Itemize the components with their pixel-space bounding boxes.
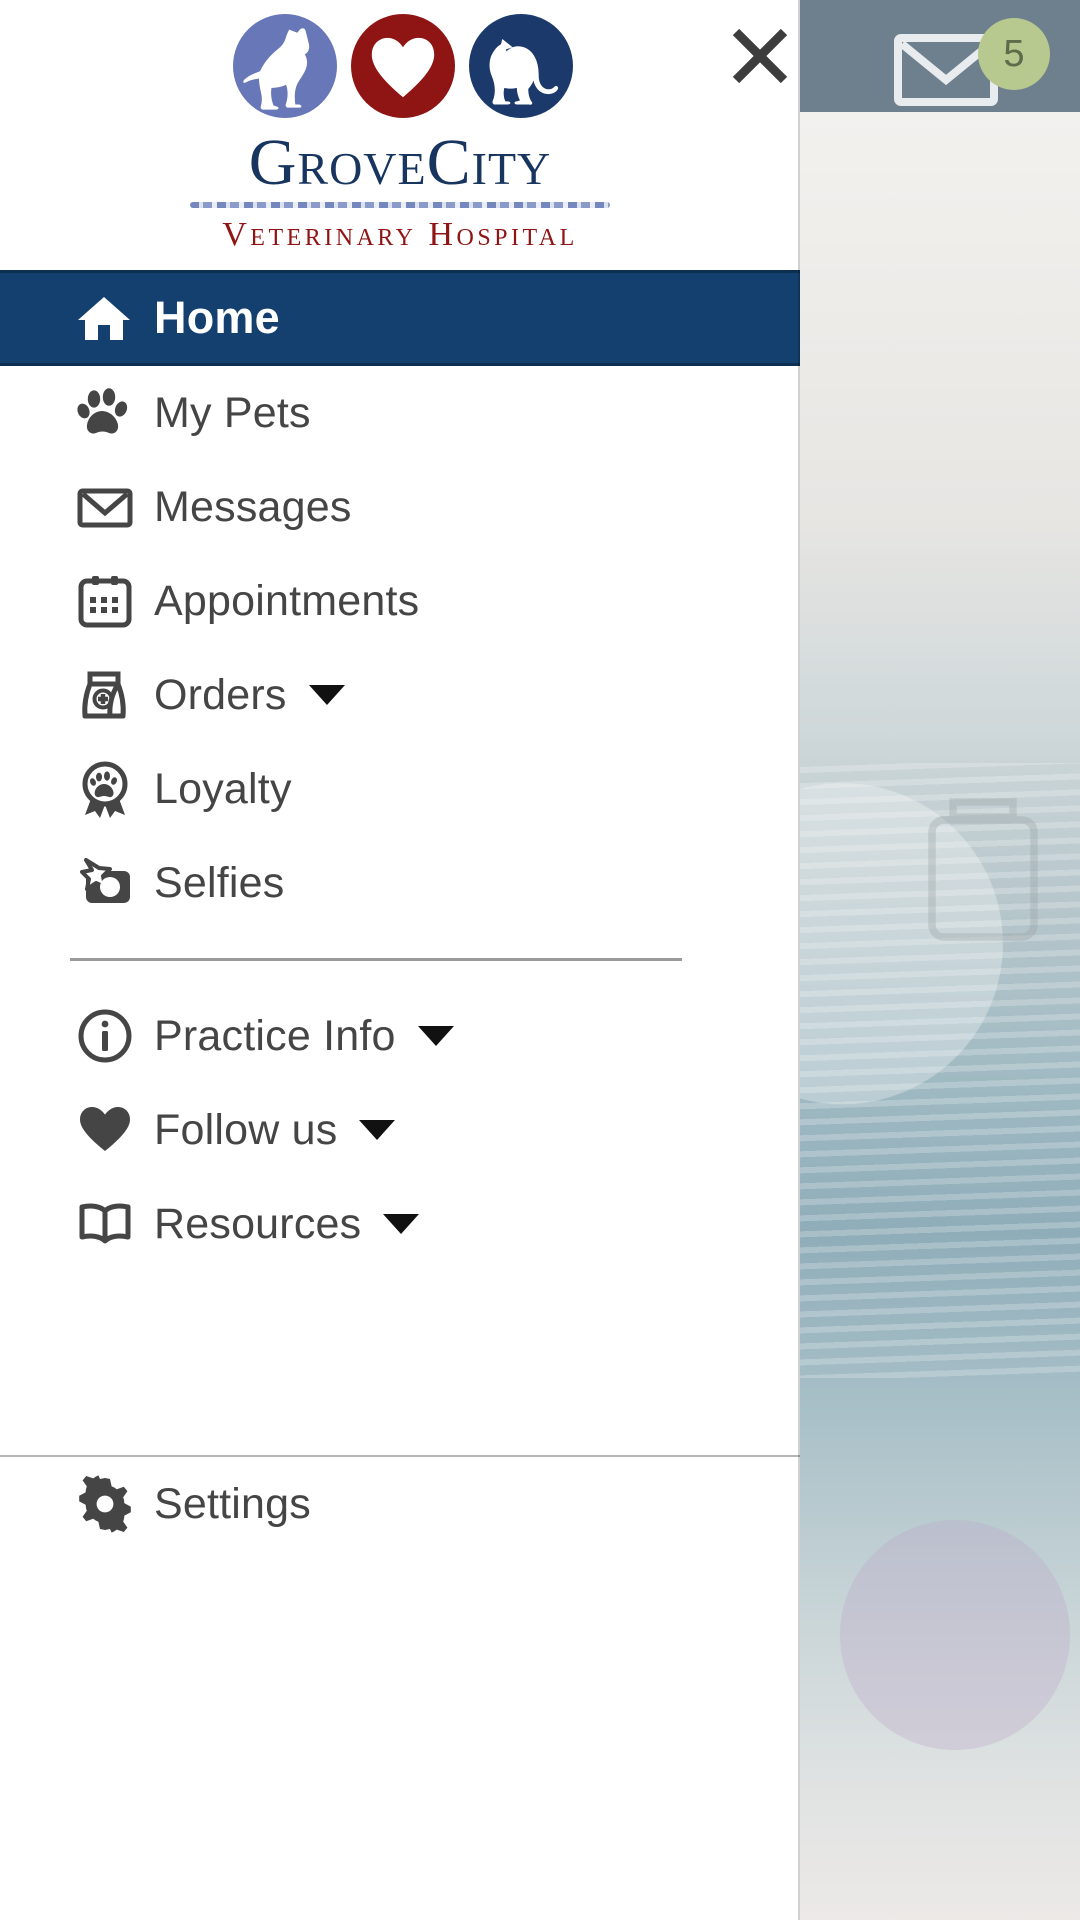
- sidebar-item-label: Follow us: [154, 1105, 338, 1154]
- chevron-down-icon[interactable]: [308, 685, 345, 705]
- sidebar-item-loyalty[interactable]: Loyalty: [0, 742, 800, 836]
- logo-underline-rule: [190, 202, 610, 208]
- treat-jar-icon: [908, 770, 1058, 960]
- sidebar-item-label: Orders: [154, 670, 287, 719]
- envelope-icon: [76, 478, 154, 536]
- sidebar-item-label: Resources: [154, 1199, 362, 1248]
- sidebar-item-label: Selfies: [154, 858, 285, 907]
- sidebar-item-label: Loyalty: [154, 764, 292, 813]
- sidebar-item-label: Practice Info: [154, 1011, 396, 1060]
- logo-wordmark: GroveCity: [248, 126, 552, 199]
- message-count-value: 5: [1003, 32, 1025, 75]
- sidebar-item-settings[interactable]: Settings: [0, 1457, 800, 1551]
- cat-silhouette-icon: [469, 14, 573, 118]
- sidebar-item-follow-us[interactable]: Follow us: [0, 1083, 800, 1177]
- heart-icon: [351, 14, 455, 118]
- close-icon: [732, 28, 788, 84]
- sidebar-item-label: My Pets: [154, 388, 311, 437]
- background-circle: [840, 1520, 1070, 1750]
- close-drawer-button[interactable]: [714, 10, 800, 102]
- header-mail-button[interactable]: 5: [894, 18, 1050, 106]
- sidebar-item-orders[interactable]: Orders: [0, 648, 800, 742]
- gear-icon: [76, 1475, 154, 1533]
- sidebar-item-label: Appointments: [154, 576, 420, 625]
- sidebar-item-label: Settings: [154, 1479, 311, 1528]
- sidebar-item-appointments[interactable]: Appointments: [0, 554, 800, 648]
- primary-navigation: Home My Pets Messages Appointments Order…: [0, 270, 800, 930]
- home-icon: [76, 290, 154, 346]
- heart-icon: [76, 1101, 154, 1159]
- message-count-badge: 5: [978, 18, 1050, 90]
- secondary-navigation: Practice Info Follow us Resources: [0, 989, 800, 1271]
- practice-logo: GroveCity Veterinary Hospital: [0, 0, 800, 270]
- open-book-icon: [76, 1195, 154, 1253]
- info-circle-icon: [76, 1007, 154, 1065]
- dog-silhouette-icon: [233, 14, 337, 118]
- sidebar-item-label: Messages: [154, 482, 352, 531]
- logo-subtitle: Veterinary Hospital: [222, 216, 578, 253]
- footer-navigation: Settings: [0, 1457, 800, 1551]
- camera-star-icon: [76, 854, 154, 912]
- calendar-icon: [76, 572, 154, 630]
- sidebar-item-label: Home: [154, 292, 280, 343]
- sidebar-item-home[interactable]: Home: [0, 270, 800, 366]
- award-paw-icon: [76, 760, 154, 818]
- sidebar-item-practice-info[interactable]: Practice Info: [0, 989, 800, 1083]
- food-bag-icon: [76, 666, 154, 724]
- sidebar-item-messages[interactable]: Messages: [0, 460, 800, 554]
- logo-circles: [233, 14, 573, 118]
- drawer-edge-shadow: [798, 0, 800, 1920]
- nav-section-divider: [70, 958, 682, 961]
- chevron-down-icon[interactable]: [417, 1026, 454, 1046]
- sidebar-item-my-pets[interactable]: My Pets: [0, 366, 800, 460]
- sidebar-item-selfies[interactable]: Selfies: [0, 836, 800, 930]
- chevron-down-icon[interactable]: [359, 1120, 396, 1140]
- sidebar-item-resources[interactable]: Resources: [0, 1177, 800, 1271]
- chevron-down-icon[interactable]: [383, 1214, 420, 1234]
- navigation-drawer: GroveCity Veterinary Hospital Home My Pe…: [0, 0, 800, 1920]
- paw-icon: [76, 385, 154, 441]
